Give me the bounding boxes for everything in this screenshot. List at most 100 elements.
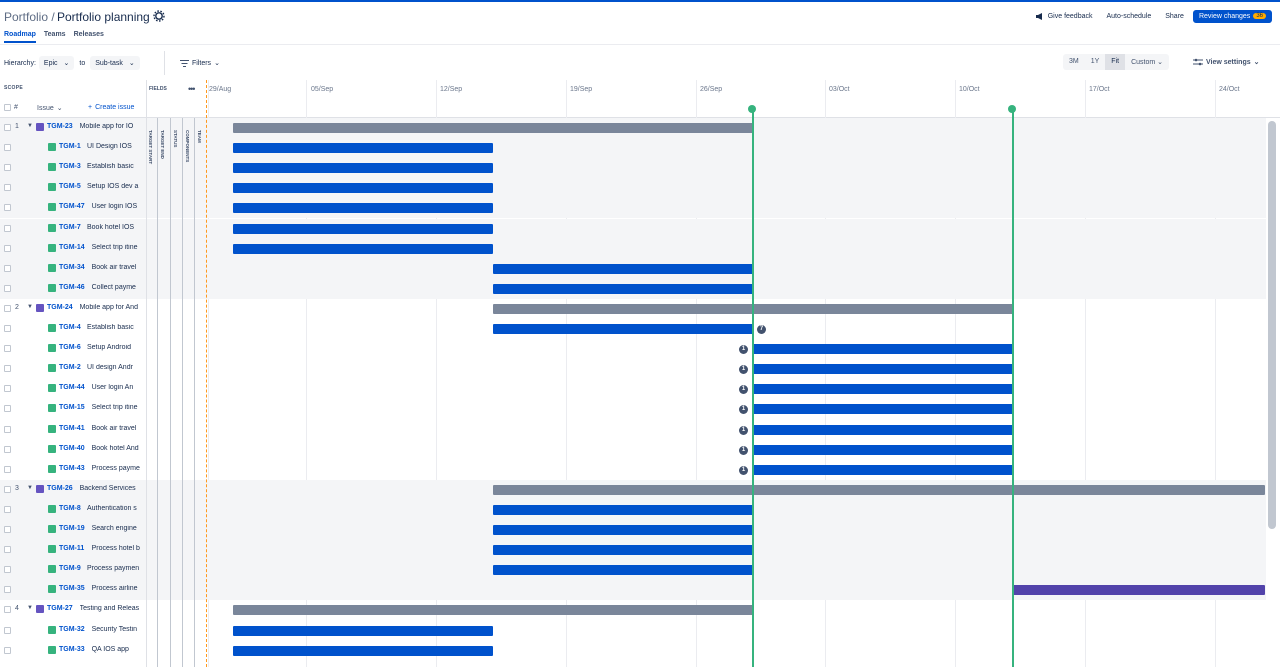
hierarchy-from-select[interactable]: Epic ⌄	[38, 56, 75, 70]
schedule-bar[interactable]	[753, 384, 1013, 395]
schedule-bar[interactable]	[233, 645, 493, 656]
story-row[interactable]: TGM-43 Process payme 1	[0, 460, 1266, 480]
row-checkbox[interactable]	[4, 224, 11, 232]
tab-teams[interactable]: Teams	[44, 31, 66, 43]
story-row[interactable]: TGM-32 Security Testin	[0, 621, 1266, 641]
issue-key[interactable]: TGM-24	[47, 304, 73, 311]
issue-key[interactable]: TGM-11	[59, 545, 84, 552]
story-row[interactable]: TGM-14 Select trip itine	[0, 238, 1266, 259]
field-components[interactable]: COMPONENTS	[185, 130, 190, 162]
field-team[interactable]: TEAM	[197, 130, 202, 143]
schedule-bar[interactable]	[493, 263, 753, 274]
schedule-bar[interactable]	[233, 605, 753, 616]
issue-key[interactable]: TGM-5	[59, 183, 81, 190]
filters-button[interactable]: Filters ⌄	[180, 59, 220, 67]
story-row[interactable]: TGM-8 Authentication s	[0, 499, 1266, 520]
issue-key[interactable]: TGM-34	[59, 264, 85, 271]
dependency-badge[interactable]: 1	[739, 425, 748, 435]
issue-key[interactable]: TGM-40	[59, 445, 85, 452]
issue-key[interactable]: TGM-43	[59, 465, 85, 472]
issue-key[interactable]: TGM-8	[59, 505, 81, 512]
row-checkbox[interactable]	[4, 425, 11, 433]
story-row[interactable]: TGM-46 Collect payme	[0, 278, 1266, 299]
story-row[interactable]: TGM-47 User login IOS	[0, 198, 1266, 219]
story-row[interactable]: TGM-15 Select trip itine 1	[0, 399, 1266, 419]
schedule-bar[interactable]	[493, 545, 753, 556]
schedule-bar[interactable]	[233, 223, 493, 234]
story-row[interactable]: TGM-6 Setup Android 1	[0, 339, 1266, 359]
row-checkbox[interactable]	[4, 385, 11, 393]
issue-key[interactable]: TGM-23	[47, 123, 73, 130]
story-row[interactable]: TGM-34 Book air travel	[0, 258, 1266, 279]
row-checkbox[interactable]	[4, 445, 11, 453]
issue-key[interactable]: TGM-41	[59, 425, 85, 432]
row-checkbox[interactable]	[4, 505, 11, 513]
row-checkbox[interactable]	[4, 606, 11, 614]
tab-releases[interactable]: Releases	[74, 31, 104, 43]
row-checkbox[interactable]	[4, 626, 11, 634]
schedule-bar[interactable]	[233, 203, 493, 214]
issue-key[interactable]: TGM-14	[59, 244, 85, 251]
issue-key[interactable]: TGM-26	[47, 485, 73, 492]
story-row[interactable]: TGM-44 User login An 1	[0, 379, 1266, 399]
more-options-icon[interactable]: •••	[188, 84, 196, 94]
dependency-badge[interactable]: 1	[739, 385, 748, 395]
issue-key[interactable]: TGM-4	[59, 324, 81, 331]
dependency-badge[interactable]: 1	[739, 345, 748, 355]
row-checkbox[interactable]	[4, 365, 11, 373]
row-checkbox[interactable]	[4, 304, 11, 312]
story-row[interactable]: TGM-7 Book hotel IOS	[0, 218, 1266, 239]
schedule-bar[interactable]	[233, 143, 493, 154]
issue-key[interactable]: TGM-19	[59, 525, 85, 532]
auto-schedule-button[interactable]: Auto-schedule	[1101, 10, 1156, 23]
field-target-start[interactable]: TARGET START	[148, 130, 153, 164]
issue-key[interactable]: TGM-15	[59, 404, 85, 411]
chevron-down-icon[interactable]: ▼	[27, 485, 33, 491]
create-issue-button[interactable]: + Create issue	[88, 104, 134, 111]
row-checkbox[interactable]	[4, 345, 11, 353]
schedule-bar[interactable]	[233, 625, 493, 636]
issue-key[interactable]: TGM-1	[59, 143, 81, 150]
chevron-down-icon[interactable]: ▼	[27, 605, 33, 611]
schedule-bar[interactable]	[493, 283, 753, 294]
dependency-badge[interactable]: 1	[739, 365, 748, 375]
schedule-bar[interactable]	[753, 424, 1013, 435]
row-checkbox[interactable]	[4, 405, 11, 413]
dependency-badge[interactable]: 1	[739, 405, 748, 415]
issue-key[interactable]: TGM-33	[59, 646, 85, 653]
story-row[interactable]: TGM-4 Establish basic 7	[0, 319, 1266, 339]
issue-key[interactable]: TGM-27	[47, 605, 73, 612]
give-feedback-button[interactable]: Give feedback	[1031, 10, 1098, 23]
issue-key[interactable]: TGM-44	[59, 384, 85, 391]
dependency-badge[interactable]: 1	[739, 465, 748, 475]
story-row[interactable]: TGM-33 QA IOS app	[0, 641, 1266, 661]
hierarchy-to-select[interactable]: Sub-task ⌄	[90, 56, 140, 70]
issue-key[interactable]: TGM-2	[59, 364, 81, 371]
schedule-bar[interactable]	[493, 324, 753, 334]
row-checkbox[interactable]	[4, 566, 11, 574]
schedule-bar[interactable]	[233, 123, 753, 133]
view-settings-button[interactable]: View settings ⌄	[1193, 58, 1259, 66]
story-row[interactable]: TGM-11 Process hotel b	[0, 540, 1266, 561]
dependency-badge[interactable]: 1	[739, 445, 748, 455]
story-row[interactable]: TGM-5 Setup IOS dev a	[0, 178, 1266, 199]
tab-roadmap[interactable]: Roadmap	[4, 31, 36, 43]
epic-row[interactable]: 3 ▼ TGM-26 Backend Services	[0, 479, 1266, 500]
story-row[interactable]: TGM-35 Process airline	[0, 580, 1266, 601]
schedule-bar[interactable]	[753, 404, 1013, 415]
row-checkbox[interactable]	[4, 465, 11, 473]
schedule-bar[interactable]	[753, 464, 1013, 475]
row-checkbox[interactable]	[4, 284, 11, 292]
issue-key[interactable]: TGM-46	[59, 284, 85, 291]
row-checkbox[interactable]	[4, 264, 11, 272]
share-button[interactable]: Share	[1160, 10, 1189, 23]
schedule-bar[interactable]	[493, 525, 753, 535]
field-status[interactable]: STATUS	[173, 130, 178, 147]
zoom-3m[interactable]: 3M	[1063, 54, 1085, 70]
row-checkbox[interactable]	[4, 244, 11, 252]
vertical-scrollbar[interactable]	[1268, 121, 1276, 529]
zoom-custom[interactable]: Custom ⌄	[1125, 54, 1169, 70]
issue-key[interactable]: TGM-32	[59, 626, 85, 633]
story-row[interactable]: TGM-40 Book hotel And 1	[0, 440, 1266, 460]
row-checkbox[interactable]	[4, 124, 11, 131]
